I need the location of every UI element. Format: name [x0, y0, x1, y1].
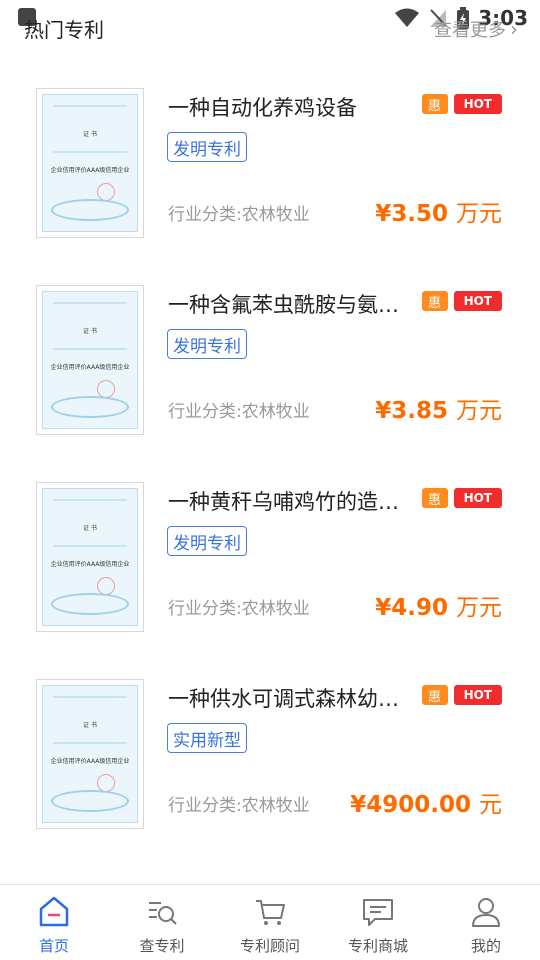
- tab-profile[interactable]: 我的: [432, 885, 540, 960]
- price: ¥3.85 万元: [375, 398, 502, 424]
- hot-badge: HOT: [453, 291, 502, 311]
- patent-type-tag: 发明专利: [167, 132, 247, 162]
- patent-name: 一种黄秆乌哺鸡竹的造林…: [168, 490, 418, 514]
- tab-search-patent[interactable]: 查专利: [108, 885, 216, 960]
- patent-card[interactable]: 证 书 企业信用评价AAA级信用企业 一种黄秆乌哺鸡竹的造林… 惠 HOT 发明…: [0, 478, 540, 675]
- industry-label: 行业分类:农林牧业: [168, 402, 310, 422]
- tab-label: 我的: [470, 937, 501, 955]
- chat-icon: [363, 899, 393, 926]
- view-more-link[interactable]: 查看更多 ›: [434, 16, 518, 42]
- industry-label: 行业分类:农林牧业: [168, 205, 310, 225]
- section-title: 热门专利: [24, 18, 104, 42]
- home-icon: [39, 896, 69, 927]
- hot-badge: HOT: [453, 685, 502, 705]
- discount-badge: 惠: [421, 488, 448, 508]
- tab-home[interactable]: 首页: [0, 885, 108, 960]
- certificate-thumbnail: 证 书 企业信用评价AAA级信用企业: [36, 679, 144, 829]
- industry-label: 行业分类:农林牧业: [168, 599, 310, 619]
- patent-type-tag: 发明专利: [167, 526, 247, 556]
- section-header: 热门专利 查看更多 ›: [0, 0, 540, 56]
- tab-label: 首页: [38, 937, 69, 955]
- certificate-thumbnail: 证 书 企业信用评价AAA级信用企业: [36, 482, 144, 632]
- price: ¥4900.00 元: [350, 792, 502, 818]
- certificate-thumbnail: 证 书 企业信用评价AAA级信用企业: [36, 88, 144, 238]
- patent-type-tag: 实用新型: [167, 723, 247, 753]
- search-list-icon: [149, 902, 177, 925]
- tab-patent-advisor[interactable]: 专利顾问: [216, 885, 324, 960]
- industry-label: 行业分类:农林牧业: [168, 796, 310, 816]
- hot-badge: HOT: [453, 94, 502, 114]
- patent-card[interactable]: 证 书 企业信用评价AAA级信用企业 一种自动化养鸡设备 惠 HOT 发明专利 …: [0, 84, 540, 281]
- tab-patent-mall[interactable]: 专利商城: [324, 885, 432, 960]
- tab-label: 查专利: [139, 937, 185, 955]
- patent-card[interactable]: 证 书 企业信用评价AAA级信用企业 一种供水可调式森林幼苗… 惠 HOT 实用…: [0, 675, 540, 872]
- user-icon: [472, 898, 500, 927]
- bottom-tab-bar: 首页 查专利 专利顾问 专利商城 我的: [0, 884, 540, 960]
- patent-name: 一种含氟苯虫酰胺与氨基…: [168, 293, 418, 317]
- patent-name: 一种供水可调式森林幼苗…: [168, 687, 418, 711]
- discount-badge: 惠: [421, 291, 448, 311]
- discount-badge: 惠: [421, 685, 448, 705]
- cart-icon: [256, 900, 285, 925]
- tab-label: 专利商城: [347, 937, 408, 955]
- patent-card[interactable]: 证 书 企业信用评价AAA级信用企业 一种含氟苯虫酰胺与氨基… 惠 HOT 发明…: [0, 281, 540, 478]
- patent-type-tag: 发明专利: [167, 329, 247, 359]
- certificate-thumbnail: 证 书 企业信用评价AAA级信用企业: [36, 285, 144, 435]
- price: ¥4.90 万元: [375, 595, 502, 621]
- discount-badge: 惠: [421, 94, 448, 114]
- price: ¥3.50 万元: [375, 201, 502, 227]
- tab-label: 专利顾问: [239, 937, 300, 955]
- view-more-label: 查看更多: [434, 20, 506, 41]
- patent-name: 一种自动化养鸡设备: [168, 96, 357, 120]
- patent-list: 证 书 企业信用评价AAA级信用企业 一种自动化养鸡设备 惠 HOT 发明专利 …: [0, 84, 540, 872]
- chevron-right-icon: ›: [510, 17, 518, 41]
- hot-badge: HOT: [453, 488, 502, 508]
